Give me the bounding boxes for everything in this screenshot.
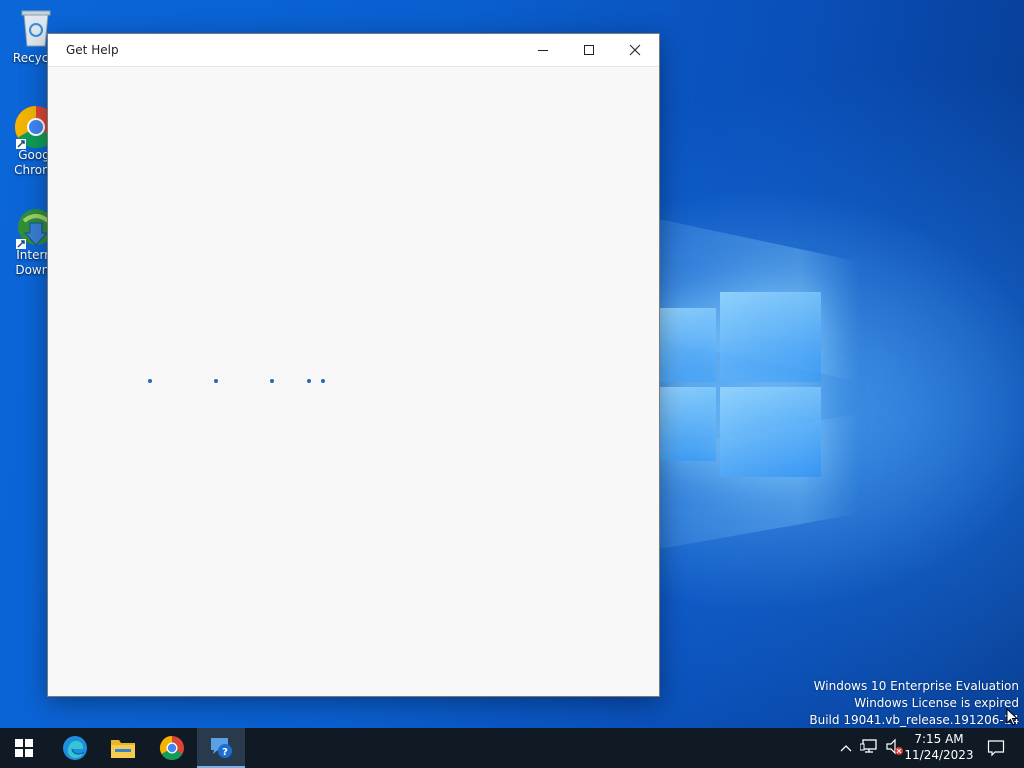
tray-network[interactable] (859, 738, 882, 758)
mouse-cursor-icon (1006, 708, 1018, 726)
folder-icon (111, 740, 135, 758)
watermark-license: Windows License is expired (854, 696, 1019, 710)
loading-dot (307, 379, 311, 383)
taskbar: ? 7:15 AM 11/24/2023 (0, 728, 1024, 768)
start-button[interactable] (0, 728, 48, 768)
network-icon (859, 739, 877, 753)
taskbar-get-help[interactable]: ? (197, 728, 245, 768)
taskbar-edge[interactable] (51, 728, 99, 768)
maximize-button[interactable] (566, 34, 612, 66)
taskbar-file-explorer[interactable] (99, 728, 147, 768)
close-button[interactable] (612, 34, 658, 66)
taskbar-clock[interactable]: 7:15 AM 11/24/2023 (904, 731, 974, 763)
chrome-icon (159, 736, 184, 761)
loading-dot (321, 379, 325, 383)
loading-dot (270, 379, 274, 383)
maximize-icon (584, 45, 594, 55)
get-help-icon: ? (211, 738, 232, 758)
taskbar-chrome[interactable] (148, 728, 196, 768)
tray-overflow-button[interactable] (836, 740, 856, 756)
activation-watermark: Windows 10 Enterprise Evaluation Windows… (809, 678, 1019, 728)
windows-start-icon (15, 739, 33, 757)
desktop: Recycle Goog Chrom Intern Downl Windows … (0, 0, 1024, 728)
get-help-window: Get Help (47, 33, 660, 697)
title-bar[interactable]: Get Help (48, 34, 659, 67)
close-icon (629, 44, 641, 56)
minimize-icon (538, 50, 548, 51)
watermark-build: Build 19041.vb_release.191206-14 (809, 713, 1019, 727)
svg-text:?: ? (222, 747, 228, 758)
window-title: Get Help (66, 43, 119, 57)
edge-icon (63, 736, 87, 760)
clock-time: 7:15 AM (914, 732, 964, 746)
loading-dot (148, 379, 152, 383)
volume-muted-icon (886, 738, 903, 755)
notification-icon (987, 740, 1005, 757)
action-center-button[interactable] (976, 728, 1016, 768)
minimize-button[interactable] (520, 34, 566, 66)
watermark-edition: Windows 10 Enterprise Evaluation (813, 679, 1019, 693)
chevron-up-icon (840, 745, 852, 752)
loading-dot (214, 379, 218, 383)
clock-date: 11/24/2023 (904, 748, 974, 762)
